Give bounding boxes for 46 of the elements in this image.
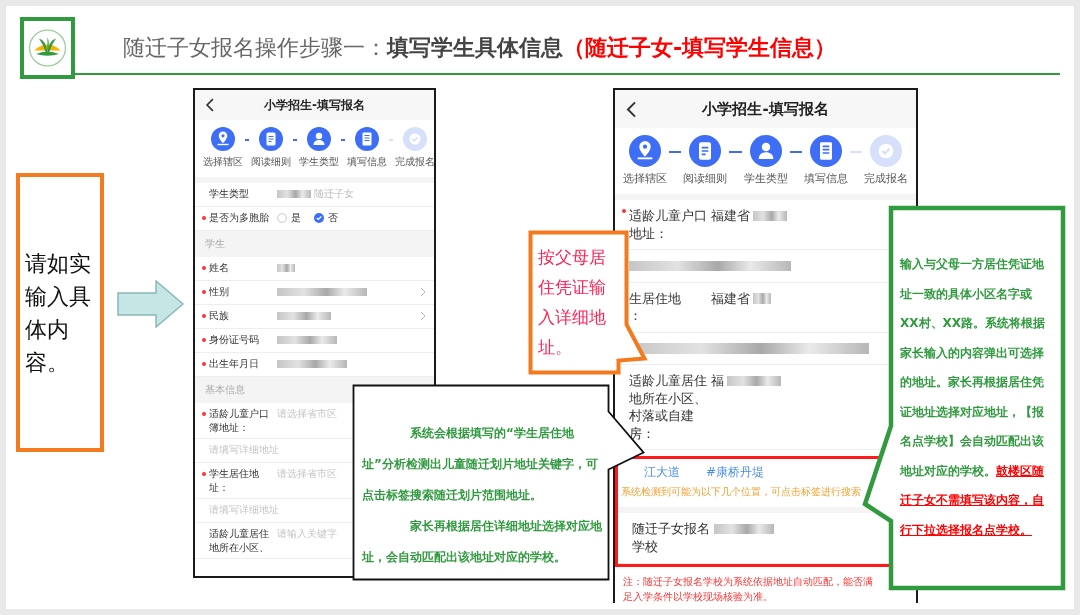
field-label: 是否为多胞胎: [209, 211, 270, 225]
page-title: 小学招生-填写报名: [702, 99, 829, 118]
step-label: 学生类型: [299, 155, 339, 169]
field-value: 福建省: [711, 289, 750, 308]
right-arrow-icon: [117, 280, 185, 328]
radio-option[interactable]: 否: [314, 211, 338, 225]
field-label: 性别: [209, 285, 230, 299]
note-text: 请如实输入具体内容。: [25, 249, 92, 377]
option-label: 否: [328, 211, 338, 225]
callout-text: 输入与父母一方居住凭证地址一致的具体小区名字或XX村、XX路。系统将根据家长输入的内容弹出可选择的地址。家长再根据居住凭证地址选择对应地址，【报名点学校】会自动匹配出该地址对应的学校。鼓楼区随迁子女不需填写该内容，自行下拉选择报名点学校。: [900, 256, 1046, 539]
section-header: 学生: [195, 231, 434, 257]
field-label: 适龄儿童居住 地所在小区、: [209, 527, 270, 554]
field-label: 适龄儿童居住 地所在小区、 村落或自建 房：: [629, 372, 708, 443]
step-label: 填写信息: [803, 171, 848, 186]
field-value: 福: [711, 372, 724, 391]
step-label: 填写信息: [347, 155, 387, 169]
page-title: 小学招生-填写报名: [264, 97, 365, 112]
field-label: 出生年月日: [209, 357, 260, 371]
back-icon[interactable]: [205, 98, 215, 112]
step-label: 完成报名: [864, 171, 908, 186]
step-label: 选择辖区: [203, 155, 243, 169]
field-label: 民族: [209, 309, 230, 323]
radio-option[interactable]: 是: [277, 211, 301, 225]
field-label: 生居住地 ：: [629, 289, 682, 325]
radio-button[interactable]: [277, 213, 287, 223]
tag-link[interactable]: 江大道: [644, 464, 680, 482]
callout-text: 按父母居住凭证输入详细地址。: [538, 246, 607, 359]
note-text: 注：随迁子女报名学校为系统依据地址自动匹配，能否满足入学条件以学校现场核验为准。: [622, 574, 874, 603]
field-label: 随迁子女报名 学校: [632, 520, 711, 556]
step-label: 学生类型: [743, 171, 788, 186]
step-label: 阅读细则: [683, 171, 728, 186]
field-label: 姓名: [209, 261, 230, 275]
callout-text: 系统会根据填写的“学生居住地址”分析检测出儿童随迁划片地址关键字，可点击标签搜索随迁划片范围地址。 家长再根据居住详细地址选择对应地址，会自动匹配出该地址对应的学校。: [362, 425, 602, 566]
field-label: 身份证号码: [209, 333, 260, 347]
back-icon[interactable]: [625, 100, 638, 118]
slide-title: 随迁子女报名操作步骤一：填写学生具体信息（随迁子女-填写学生信息）: [123, 34, 837, 62]
option-label: 是: [291, 211, 301, 225]
field-label: 学生居住地 址：: [209, 467, 260, 494]
field-label: 适龄儿童户口 地址：: [629, 207, 708, 243]
field-value: 福建省: [711, 207, 750, 225]
field-label: 适龄儿童户口 簿地址：: [209, 407, 270, 434]
radio-button[interactable]: [314, 213, 324, 223]
step-label: 完成报名: [395, 155, 434, 169]
field-label: 学生类型: [209, 187, 250, 201]
step-label: 选择辖区: [623, 171, 667, 186]
step-label: 阅读细则: [251, 155, 291, 169]
